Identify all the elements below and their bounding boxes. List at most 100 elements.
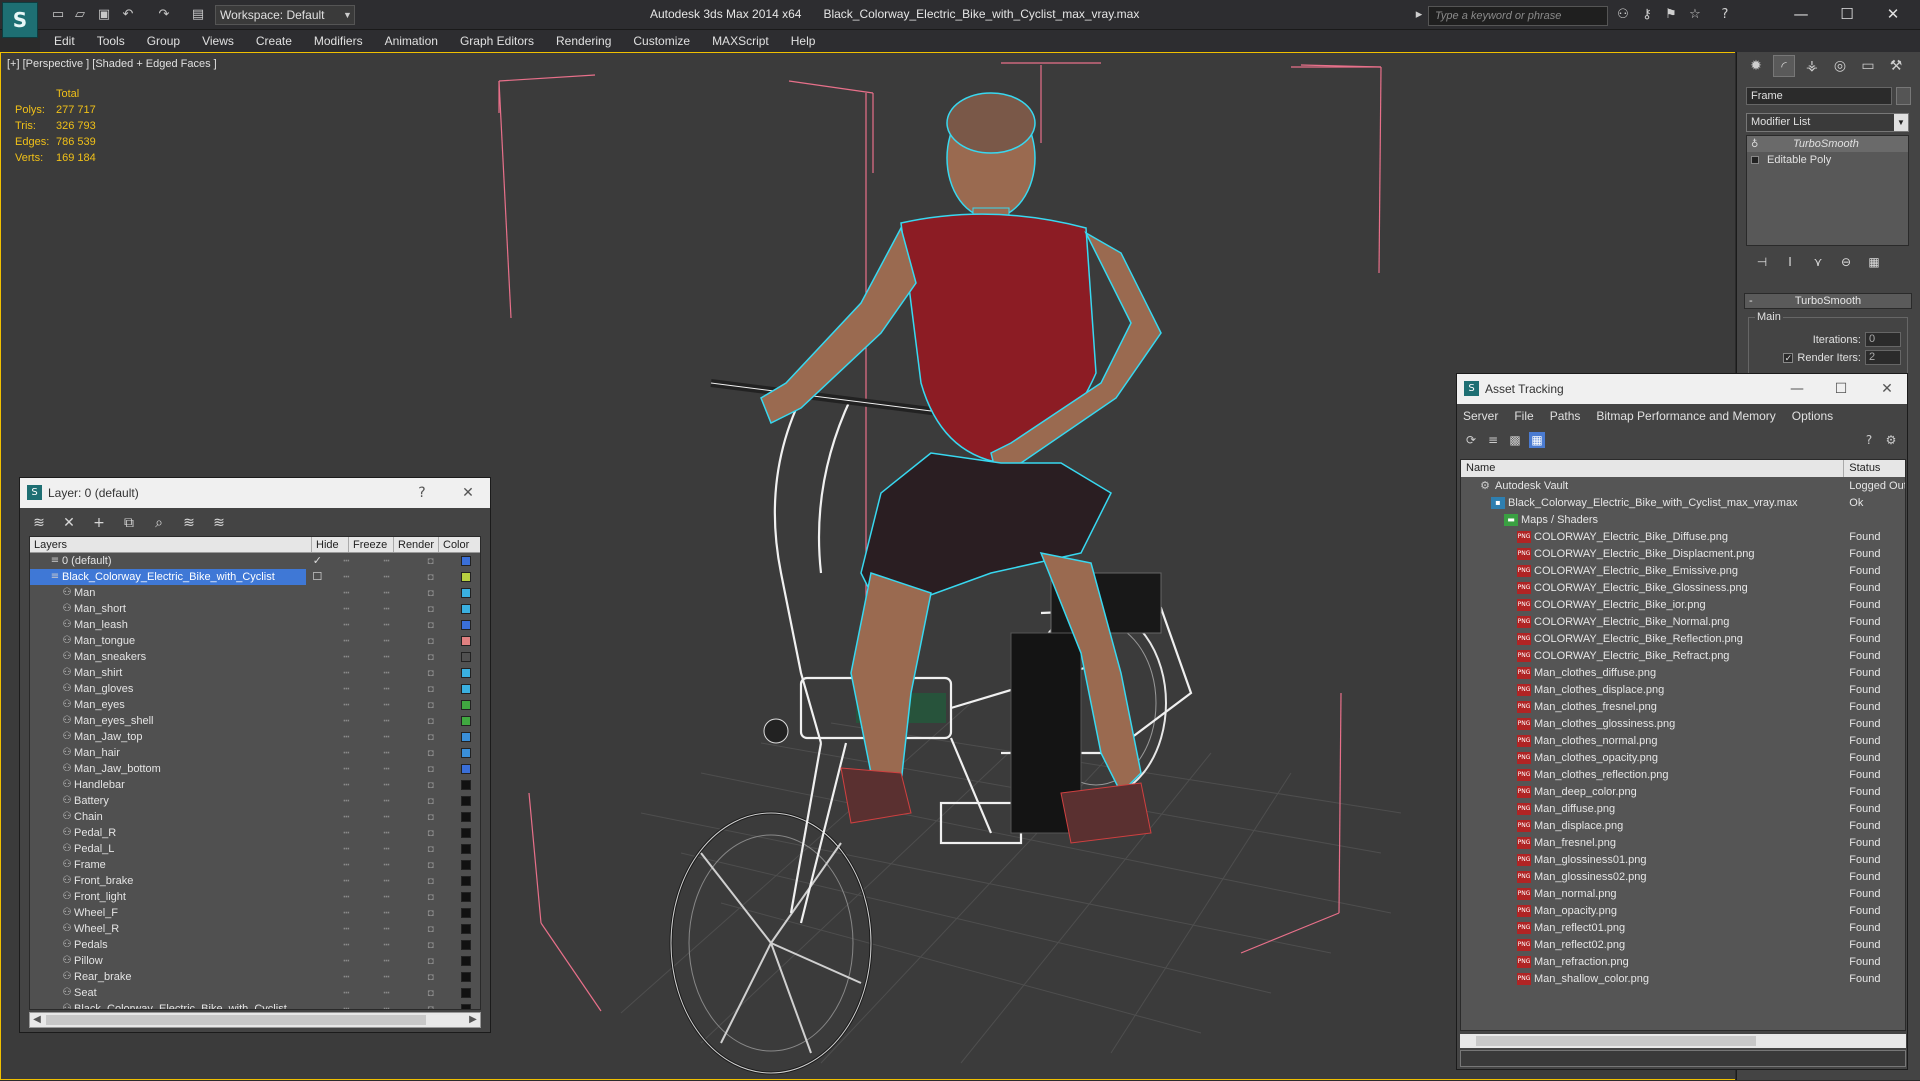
expand-icon[interactable] xyxy=(1751,156,1759,164)
active-layer-box[interactable] xyxy=(312,603,324,615)
layer-name-cell[interactable]: ⚇ Man_shirt xyxy=(30,665,307,681)
motion-tab-icon[interactable]: ◎ xyxy=(1829,55,1851,77)
hide-toggle[interactable]: ┅ xyxy=(328,668,364,679)
asset-name-cell[interactable]: PNG Man_glossiness01.png xyxy=(1461,853,1844,866)
active-layer-box[interactable] xyxy=(312,843,324,855)
asset-tracking-titlebar[interactable]: S Asset Tracking — ☐ ✕ xyxy=(1457,374,1907,404)
asset-path-field[interactable] xyxy=(1460,1050,1906,1067)
layer-color-cell[interactable] xyxy=(453,684,480,694)
layer-row[interactable]: ⚇ Chain ┅ ┅ ◘ xyxy=(30,809,480,825)
layer-color-cell[interactable] xyxy=(453,636,480,646)
layer-row[interactable]: ⚇ Pedals ┅ ┅ ◘ xyxy=(30,937,480,953)
layer-name-cell[interactable]: ⚇ Frame xyxy=(30,857,307,873)
binoculars-icon[interactable]: ⚇ xyxy=(1614,7,1632,23)
asset-row[interactable]: PNG Man_fresnel.png Found xyxy=(1461,834,1905,851)
hide-toggle[interactable]: ┅ xyxy=(328,780,364,791)
asset-name-cell[interactable]: PNG Man_clothes_reflection.png xyxy=(1461,768,1844,781)
asset-row[interactable]: PNG Man_opacity.png Found xyxy=(1461,902,1905,919)
layer-color-cell[interactable] xyxy=(453,956,480,966)
active-layer-box[interactable] xyxy=(312,731,324,743)
layer-row[interactable]: ≡ Black_Colorway_Electric_Bike_with_Cycli… xyxy=(30,569,480,585)
layer-color-swatch[interactable] xyxy=(461,908,472,918)
asset-name-cell[interactable]: PNG Man_clothes_normal.png xyxy=(1461,734,1844,747)
layer-color-swatch[interactable] xyxy=(461,748,472,758)
asset-row[interactable]: PNG Man_clothes_opacity.png Found xyxy=(1461,749,1905,766)
freeze-toggle[interactable]: ┅ xyxy=(365,844,409,855)
asset-row[interactable]: PNG Man_deep_color.png Found xyxy=(1461,783,1905,800)
layer-color-cell[interactable] xyxy=(453,860,480,870)
hide-toggle[interactable]: ┅ xyxy=(328,620,364,631)
asset-name-cell[interactable]: PNG Man_clothes_fresnel.png xyxy=(1461,700,1844,713)
chevron-down-icon[interactable]: ▼ xyxy=(1894,114,1908,131)
scroll-thumb[interactable] xyxy=(46,1015,426,1025)
chevron-down-icon[interactable]: ▼ xyxy=(343,6,355,24)
asset-row[interactable]: PNG Man_glossiness01.png Found xyxy=(1461,851,1905,868)
layer-name-cell[interactable]: ⚇ Man_hair xyxy=(30,745,307,761)
asset-menu-file[interactable]: File xyxy=(1514,409,1533,423)
asset-table[interactable]: Name Status ⚙ Autodesk Vault Logged Out ▪ Bl… xyxy=(1460,459,1906,1031)
active-layer-box[interactable] xyxy=(312,683,324,695)
layer-color-swatch[interactable] xyxy=(461,700,472,710)
freeze-toggle[interactable]: ┅ xyxy=(365,652,409,663)
iterations-spinner[interactable]: 0 xyxy=(1865,332,1901,347)
render-toggle-icon[interactable]: ◘ xyxy=(409,796,453,807)
utilities-tab-icon[interactable]: ⚒ xyxy=(1885,55,1907,77)
active-layer-box[interactable] xyxy=(312,635,324,647)
render-toggle-icon[interactable]: ◘ xyxy=(409,908,453,919)
freeze-toggle[interactable]: ┅ xyxy=(365,876,409,887)
layer-color-cell[interactable] xyxy=(453,988,480,998)
render-toggle-icon[interactable]: ◘ xyxy=(409,764,453,775)
render-toggle-icon[interactable]: ◘ xyxy=(409,844,453,855)
col-hide[interactable]: Hide xyxy=(312,537,349,552)
menu-modifiers[interactable]: Modifiers xyxy=(303,34,374,48)
asset-name-cell[interactable]: PNG COLORWAY_Electric_Bike_Diffuse.png xyxy=(1461,530,1844,543)
remove-modifier-icon[interactable]: ⊖ xyxy=(1838,254,1854,270)
layer-name-cell[interactable]: ⚇ Man_sneakers xyxy=(30,649,307,665)
layer-row[interactable]: ⚇ Black_Colorway_Electric_Bike_with_Cycli… xyxy=(30,1001,480,1009)
layer-color-cell[interactable] xyxy=(453,620,480,630)
freeze-toggle[interactable]: ┅ xyxy=(365,716,409,727)
active-layer-box[interactable] xyxy=(312,859,324,871)
asset-row[interactable]: PNG COLORWAY_Electric_Bike_Glossiness.png… xyxy=(1461,579,1905,596)
hide-toggle[interactable]: ┅ xyxy=(328,732,364,743)
menu-edit[interactable]: Edit xyxy=(40,34,86,48)
asset-row[interactable]: PNG Man_clothes_glossiness.png Found xyxy=(1461,715,1905,732)
asset-row[interactable]: PNG Man_reflect02.png Found xyxy=(1461,936,1905,953)
asset-name-cell[interactable]: PNG Man_clothes_opacity.png xyxy=(1461,751,1844,764)
layer-name-cell[interactable]: ⚇ Man_gloves xyxy=(30,681,307,697)
freeze-toggle[interactable]: ┅ xyxy=(365,764,409,775)
horizontal-scrollbar[interactable] xyxy=(1460,1034,1906,1048)
layer-color-swatch[interactable] xyxy=(461,620,472,630)
menu-group[interactable]: Group xyxy=(136,34,191,48)
asset-row[interactable]: PNG Man_displace.png Found xyxy=(1461,817,1905,834)
layer-color-swatch[interactable] xyxy=(461,1004,472,1009)
freeze-toggle[interactable]: ┅ xyxy=(365,828,409,839)
asset-name-cell[interactable]: PNG COLORWAY_Electric_Bike_Reflection.png xyxy=(1461,632,1844,645)
freeze-toggle[interactable]: ┅ xyxy=(365,956,409,967)
layer-color-swatch[interactable] xyxy=(461,956,472,966)
freeze-toggle[interactable]: ┅ xyxy=(365,924,409,935)
app-logo-icon[interactable]: S xyxy=(2,2,38,38)
hide-toggle[interactable]: ┅ xyxy=(328,972,364,983)
layer-color-swatch[interactable] xyxy=(461,668,472,678)
layer-color-swatch[interactable] xyxy=(461,732,472,742)
modifier-list-dropdown[interactable]: Modifier List ▼ xyxy=(1746,113,1909,132)
col-color[interactable]: Color xyxy=(439,537,469,552)
freeze-toggle[interactable]: ┅ xyxy=(365,860,409,871)
display-tab-icon[interactable]: ▭ xyxy=(1857,55,1879,77)
layer-color-cell[interactable] xyxy=(453,604,480,614)
thumbnail-view-icon[interactable]: ▩ xyxy=(1507,432,1523,448)
asset-name-cell[interactable]: PNG Man_diffuse.png xyxy=(1461,802,1844,815)
render-iters-spinner[interactable]: 2 xyxy=(1865,350,1901,365)
layer-name-cell[interactable]: ≡ 0 (default) xyxy=(30,553,306,569)
hide-toggle[interactable]: ┅ xyxy=(328,636,364,647)
layer-name-cell[interactable]: ⚇ Wheel_R xyxy=(30,921,307,937)
render-iters-checkbox[interactable]: ✓ xyxy=(1783,352,1794,363)
layer-color-swatch[interactable] xyxy=(461,892,472,902)
render-toggle-icon[interactable]: ◘ xyxy=(409,556,453,567)
render-toggle-icon[interactable]: ◘ xyxy=(409,988,453,999)
layer-row[interactable]: ⚇ Wheel_R ┅ ┅ ◘ xyxy=(30,921,480,937)
asset-menu-server[interactable]: Server xyxy=(1463,409,1498,423)
object-color-swatch[interactable] xyxy=(1896,87,1911,105)
modifier-stack[interactable]: ♁ TurboSmooth Editable Poly xyxy=(1746,135,1909,246)
